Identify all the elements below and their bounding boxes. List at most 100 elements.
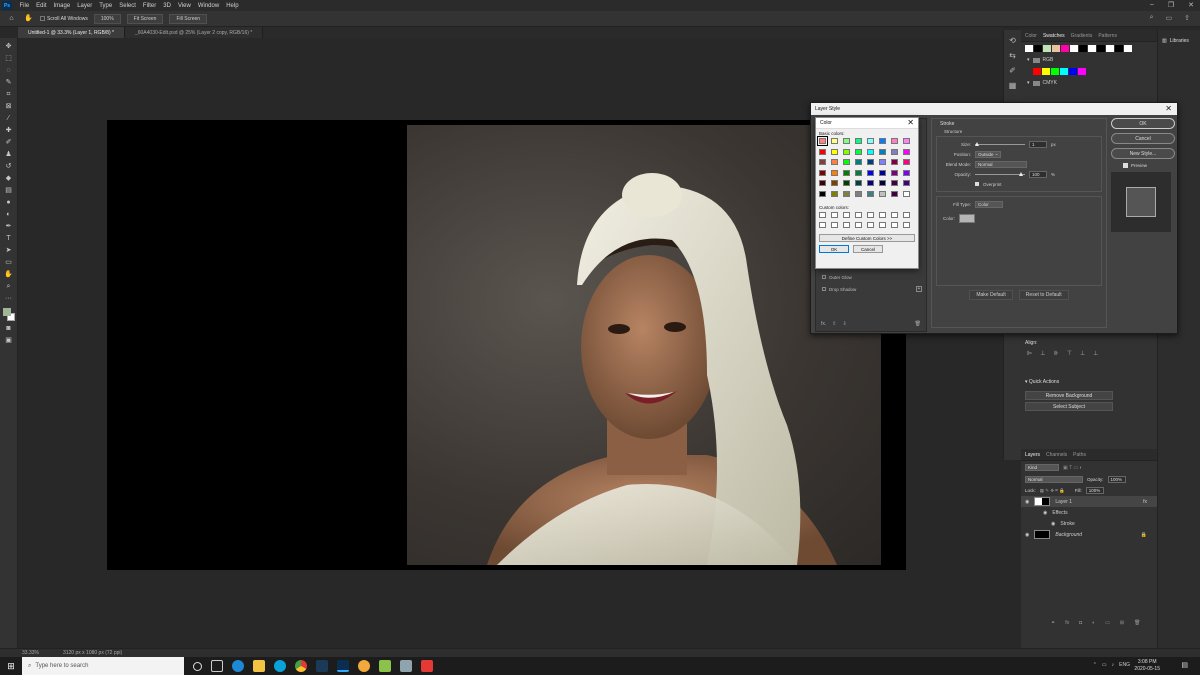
- network-icon[interactable]: ▭: [1102, 662, 1107, 668]
- minimize-button[interactable]: –: [1150, 1, 1154, 9]
- layer-opacity-input[interactable]: 100%: [1107, 476, 1126, 483]
- basic-color-swatch[interactable]: [903, 148, 910, 155]
- remove-background-button[interactable]: Remove Background: [1025, 391, 1113, 400]
- basic-color-swatch[interactable]: [891, 148, 898, 155]
- basic-color-swatch[interactable]: [867, 169, 874, 176]
- properties-icon[interactable]: ▦: [1009, 81, 1017, 90]
- basic-color-swatch[interactable]: [819, 169, 826, 176]
- lasso-tool-icon[interactable]: ◌: [3, 66, 14, 76]
- swatch-group-cmyk[interactable]: ▾ CMYK: [1021, 78, 1157, 88]
- hand-tool-icon[interactable]: ✋: [23, 14, 34, 24]
- basic-color-swatch[interactable]: [843, 138, 850, 144]
- swatch[interactable]: [1124, 45, 1132, 52]
- swatch[interactable]: [1052, 45, 1060, 52]
- menu-window[interactable]: Window: [194, 3, 222, 9]
- zoom-level[interactable]: 33.33%: [22, 650, 39, 656]
- layer-row-layer-1[interactable]: ◉ Layer 1 fx: [1021, 496, 1157, 507]
- close-button[interactable]: ✕: [1188, 1, 1194, 9]
- swatch[interactable]: [1034, 45, 1042, 52]
- move-up-icon[interactable]: ⇧: [832, 321, 836, 327]
- home-icon[interactable]: ⌂: [6, 14, 17, 24]
- new-layer-icon[interactable]: ⊞: [1120, 620, 1124, 626]
- eyedropper-tool-icon[interactable]: ⁄: [3, 114, 14, 124]
- menu-file[interactable]: File: [16, 3, 33, 9]
- custom-color-swatch[interactable]: [843, 211, 850, 218]
- basic-color-swatch[interactable]: [843, 190, 850, 197]
- basic-color-swatch[interactable]: [867, 180, 874, 186]
- taskbar-search[interactable]: ⌕ Type here to search: [22, 657, 184, 675]
- close-icon[interactable]: ✕: [907, 118, 914, 127]
- stroke-color-swatch[interactable]: [959, 213, 975, 223]
- path-select-icon[interactable]: ➤: [3, 246, 14, 256]
- align-left-icon[interactable]: ⊫: [1027, 350, 1032, 357]
- menu-image[interactable]: Image: [50, 3, 74, 9]
- app-icon[interactable]: [358, 660, 370, 672]
- menu-select[interactable]: Select: [116, 3, 140, 9]
- menu-edit[interactable]: Edit: [33, 3, 50, 9]
- move-tool-icon[interactable]: ✥: [3, 42, 14, 52]
- tab-patterns[interactable]: Patterns: [1098, 33, 1117, 39]
- fx-badge[interactable]: fx: [1143, 499, 1147, 505]
- basic-color-swatch[interactable]: [843, 169, 850, 176]
- basic-color-swatch[interactable]: [879, 190, 886, 197]
- swatch[interactable]: [1051, 68, 1059, 75]
- add-icon[interactable]: +: [916, 286, 922, 292]
- menu-type[interactable]: Type: [96, 3, 116, 9]
- basic-color-swatch[interactable]: [855, 138, 862, 144]
- custom-color-swatch[interactable]: [855, 211, 862, 218]
- custom-color-swatch[interactable]: [903, 222, 910, 228]
- tab-color[interactable]: Color: [1025, 33, 1037, 39]
- tab-paths[interactable]: Paths: [1073, 452, 1086, 458]
- photoshop-icon[interactable]: [337, 660, 349, 672]
- crop-tool-icon[interactable]: ⌗: [3, 90, 14, 100]
- swatch[interactable]: [1061, 45, 1069, 52]
- swatch[interactable]: [1078, 68, 1086, 75]
- basic-color-swatch[interactable]: [891, 190, 898, 197]
- lock-icons[interactable]: ▦ ✎ ✥ ⌗ 🔒: [1040, 488, 1065, 494]
- align-bottom-icon[interactable]: ⊥: [1093, 350, 1098, 357]
- menu-view[interactable]: View: [174, 3, 194, 9]
- history-icon[interactable]: ⟲: [1009, 36, 1016, 45]
- eye-icon[interactable]: ◉: [1043, 510, 1047, 516]
- screen-mode-icon[interactable]: ▣: [3, 336, 14, 346]
- size-input[interactable]: 1: [1029, 140, 1047, 148]
- cancel-button[interactable]: Cancel: [1111, 133, 1175, 144]
- pen-tool-icon[interactable]: ✒: [3, 222, 14, 232]
- quick-mask-icon[interactable]: ◙: [3, 324, 14, 334]
- menu-help[interactable]: Help: [223, 3, 242, 9]
- frame-tool-icon[interactable]: ⊠: [3, 102, 14, 112]
- eye-icon[interactable]: ◉: [1025, 532, 1029, 538]
- layer-row-background[interactable]: ◉ Background 🔒: [1021, 529, 1157, 540]
- basic-color-swatch[interactable]: [867, 138, 874, 144]
- basic-color-swatch[interactable]: [831, 159, 838, 165]
- fill-screen-button[interactable]: Fill Screen: [169, 13, 208, 24]
- recent-swatches[interactable]: [1021, 42, 1157, 55]
- edge-icon[interactable]: [232, 660, 244, 672]
- zoom-tool-icon[interactable]: ⌕: [3, 282, 14, 292]
- tab-untitled-1[interactable]: Untitled-1 @ 33.3% (Layer 1, RGB/8) *: [18, 27, 125, 38]
- basic-color-swatch[interactable]: [879, 180, 886, 186]
- mask-icon[interactable]: ◘: [1079, 620, 1082, 626]
- tab-layers[interactable]: Layers: [1025, 452, 1040, 458]
- basic-color-swatch[interactable]: [843, 148, 850, 155]
- file-explorer-icon[interactable]: [253, 660, 265, 672]
- basic-color-swatch[interactable]: [843, 159, 850, 165]
- healing-brush-icon[interactable]: ✚: [3, 126, 14, 136]
- fit-screen-button[interactable]: Fit Screen: [126, 13, 164, 24]
- opacity-input[interactable]: 100: [1029, 170, 1047, 178]
- system-clock[interactable]: 3:08 PM 2020-05-15: [1134, 659, 1160, 673]
- fill-type-select[interactable]: Color: [975, 200, 1003, 208]
- eraser-tool-icon[interactable]: ◆: [3, 174, 14, 184]
- basic-color-swatch[interactable]: [817, 136, 828, 146]
- align-center-icon[interactable]: ⊥: [1040, 350, 1045, 357]
- volume-icon[interactable]: ♪: [1112, 662, 1115, 668]
- maximize-button[interactable]: ❐: [1168, 1, 1174, 9]
- custom-color-swatch[interactable]: [891, 211, 898, 218]
- basic-color-swatch[interactable]: [891, 169, 898, 176]
- basic-color-swatch[interactable]: [867, 159, 874, 165]
- ok-button[interactable]: OK: [1111, 118, 1175, 129]
- basic-color-swatch[interactable]: [891, 159, 898, 165]
- windows-start-icon[interactable]: ⊞: [0, 657, 22, 675]
- libraries-tab[interactable]: ▥ Libraries: [1158, 30, 1200, 52]
- layer-blend-select[interactable]: Normal: [1025, 476, 1083, 483]
